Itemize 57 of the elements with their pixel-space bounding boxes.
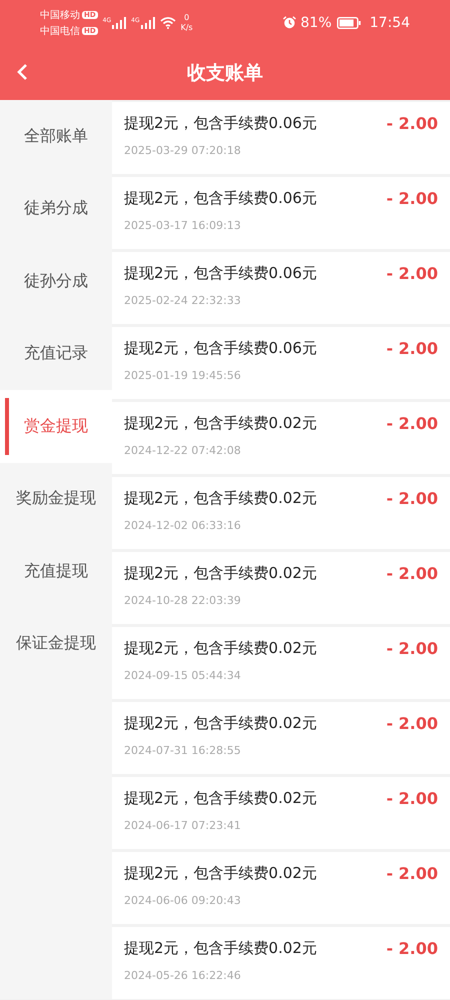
transaction-description: 提现2元，包含手续费0.06元 — [124, 114, 317, 133]
transaction-time: 2025-03-29 07:20:18 — [124, 144, 242, 157]
transaction-amount: - 2.00 — [386, 939, 438, 958]
category-tab[interactable]: 徒弟分成 — [0, 172, 112, 245]
transaction-description: 提现2元，包含手续费0.02元 — [124, 864, 317, 883]
transaction-amount: - 2.00 — [386, 114, 438, 133]
speed-unit: K/s — [180, 22, 193, 32]
battery-percent: 81% — [300, 14, 332, 30]
transaction-time: 2025-01-19 19:45:56 — [124, 369, 242, 382]
transaction-description: 提现2元，包含手续费0.06元 — [124, 264, 317, 283]
category-tab[interactable]: 赏金提现 — [0, 390, 112, 462]
transaction-description: 提现2元，包含手续费0.02元 — [124, 564, 317, 583]
transaction-time: 2024-10-28 22:03:39 — [124, 594, 242, 607]
transaction-description: 提现2元，包含手续费0.06元 — [124, 189, 317, 208]
transaction-description: 提现2元，包含手续费0.02元 — [124, 414, 317, 433]
transaction-description: 提现2元，包含手续费0.02元 — [124, 939, 317, 958]
page-title: 收支账单 — [187, 60, 263, 86]
transaction-description: 提现2元，包含手续费0.02元 — [124, 639, 317, 658]
transaction-time: 2025-03-17 16:09:13 — [124, 219, 242, 232]
transaction-amount: - 2.00 — [386, 414, 438, 433]
transaction-time: 2024-09-15 05:44:34 — [124, 669, 242, 682]
carrier-name: 中国电信 — [40, 24, 80, 38]
transaction-amount: - 2.00 — [386, 789, 438, 808]
transaction-amount: - 2.00 — [386, 864, 438, 883]
transaction-amount: - 2.00 — [386, 489, 438, 508]
transaction-time: 2024-07-31 16:28:55 — [124, 744, 242, 757]
transaction-description: 提现2元，包含手续费0.02元 — [124, 714, 317, 733]
category-tab[interactable]: 充值提现 — [0, 535, 112, 608]
category-tab[interactable]: 充值记录 — [0, 318, 112, 390]
transaction-amount: - 2.00 — [386, 264, 438, 283]
transaction-description: 提现2元，包含手续费0.02元 — [124, 789, 317, 808]
transaction-description: 提现2元，包含手续费0.06元 — [124, 339, 317, 358]
carrier-name: 中国移动 — [40, 8, 80, 22]
category-tab[interactable]: 奖励金提现 — [0, 462, 112, 535]
clock-time: 17:54 — [370, 14, 410, 30]
transaction-time: 2024-06-06 09:20:43 — [124, 894, 242, 907]
alarm-icon — [282, 16, 296, 29]
transaction-amount: - 2.00 — [386, 639, 438, 658]
battery-icon — [336, 16, 361, 28]
signal-icon — [140, 16, 155, 28]
category-tab[interactable]: 徒孙分成 — [0, 245, 112, 318]
wifi-icon — [160, 16, 176, 28]
transaction-amount: - 2.00 — [386, 189, 438, 208]
signal-icon — [112, 16, 126, 28]
transaction-description: 提现2元，包含手续费0.02元 — [124, 489, 317, 508]
transaction-time: 2024-06-17 07:23:41 — [124, 819, 242, 832]
transaction-time: 2025-02-24 22:32:33 — [124, 294, 242, 307]
category-tab[interactable]: 保证金提现 — [0, 608, 112, 680]
transaction-time: 2024-12-02 06:33:16 — [124, 519, 242, 532]
transaction-amount: - 2.00 — [386, 714, 438, 733]
transaction-amount: - 2.00 — [386, 564, 438, 583]
category-tab[interactable]: 全部账单 — [0, 100, 112, 172]
speed-value: 0 — [184, 12, 190, 22]
back-icon — [16, 63, 28, 81]
transaction-time: 2024-12-22 07:42:08 — [124, 444, 242, 457]
transaction-amount: - 2.00 — [386, 339, 438, 358]
transaction-time: 2024-05-26 16:22:46 — [124, 969, 242, 982]
